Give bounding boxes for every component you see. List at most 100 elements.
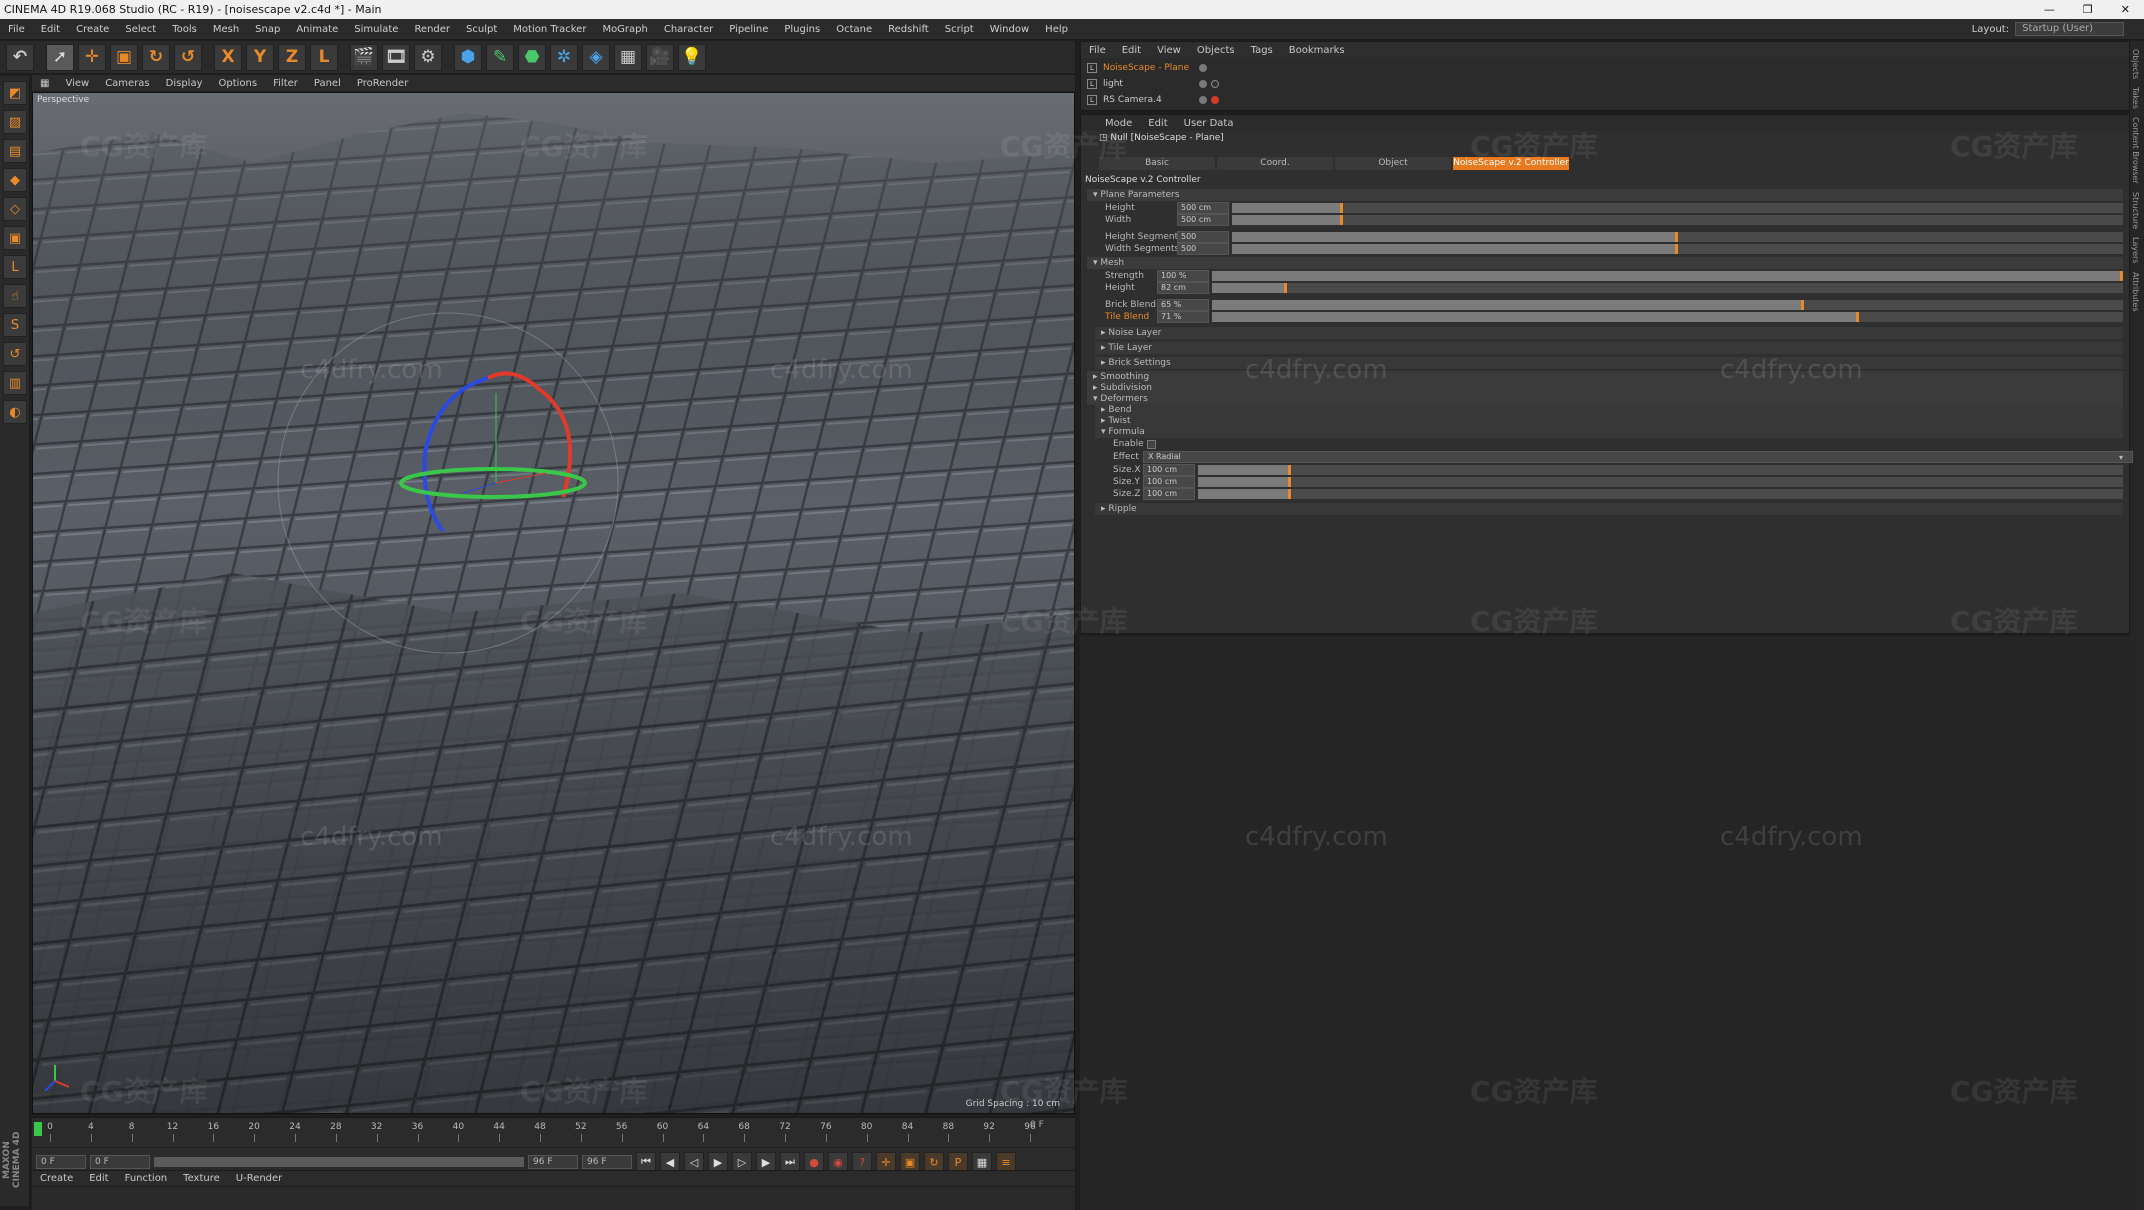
right-tab-content-browser[interactable]: Content Browser: [2131, 117, 2140, 184]
go-to-end-icon[interactable]: ⏭: [780, 1152, 800, 1172]
go-to-start-icon[interactable]: ⏮: [636, 1152, 656, 1172]
viewport-menu-display[interactable]: Display: [158, 78, 211, 89]
tab-object[interactable]: Object: [1335, 157, 1451, 170]
attr-menu-mode[interactable]: Mode: [1097, 118, 1140, 129]
material-menu-create[interactable]: Create: [32, 1173, 81, 1184]
menu-redshift[interactable]: Redshift: [880, 24, 937, 35]
light-icon[interactable]: 💡: [678, 43, 706, 71]
right-tab-takes[interactable]: Takes: [2131, 87, 2140, 109]
viewport-options-icon[interactable]: ▦: [32, 78, 57, 89]
param-slider[interactable]: [1212, 300, 2123, 310]
render-picture-queue-icon[interactable]: 🎞: [382, 43, 410, 71]
rotate-icon[interactable]: ↻: [142, 43, 170, 71]
tweak-mode-icon[interactable]: ☝: [3, 284, 27, 308]
param-slider[interactable]: [1232, 203, 2123, 213]
object-row[interactable]: L RS Camera.4: [1087, 92, 2127, 107]
object-menu-view[interactable]: View: [1149, 45, 1189, 56]
param-value-field[interactable]: 500 cm: [1177, 214, 1229, 226]
right-tab-structure[interactable]: Structure: [2131, 192, 2140, 229]
render-view-icon[interactable]: 🎬: [350, 43, 378, 71]
texture-mode-icon[interactable]: ▨: [3, 110, 27, 134]
camera-tag-icon[interactable]: [1211, 95, 1219, 104]
key-pla-icon[interactable]: ▦: [972, 1152, 992, 1172]
record-icon[interactable]: ●: [804, 1152, 824, 1172]
camera-icon[interactable]: 🎥: [646, 43, 674, 71]
key-position-icon[interactable]: ✛: [876, 1152, 896, 1172]
menu-help[interactable]: Help: [1037, 24, 1076, 35]
menu-pipeline[interactable]: Pipeline: [721, 24, 776, 35]
viewport-menu-panel[interactable]: Panel: [306, 78, 349, 89]
menu-character[interactable]: Character: [656, 24, 721, 35]
lock-workplane-icon[interactable]: ▥: [3, 371, 27, 395]
menu-plugins[interactable]: Plugins: [776, 24, 828, 35]
group-plane-parameters[interactable]: ▾ Plane Parameters: [1087, 189, 2123, 201]
play-icon[interactable]: ▶: [708, 1152, 728, 1172]
3d-viewport[interactable]: Perspective Grid Spacing : 10 cm: [32, 92, 1075, 1114]
floor-icon[interactable]: ▦: [614, 43, 642, 71]
layout-dropdown[interactable]: Startup (User): [2015, 22, 2124, 36]
y-axis-icon[interactable]: Y: [246, 43, 274, 71]
visibility-dot-icon[interactable]: [1199, 79, 1207, 88]
enable-checkbox[interactable]: [1147, 439, 1156, 449]
preview-range-bar[interactable]: [154, 1157, 524, 1167]
viewport-menu-filter[interactable]: Filter: [265, 78, 306, 89]
points-mode-icon[interactable]: ◆: [3, 168, 27, 192]
workplane-icon[interactable]: ▤: [3, 139, 27, 163]
scale-icon[interactable]: ▣: [110, 43, 138, 71]
object-menu-file[interactable]: File: [1081, 45, 1114, 56]
next-key-icon[interactable]: ▶: [756, 1152, 776, 1172]
param-slider[interactable]: [1198, 465, 2123, 475]
object-menu-objects[interactable]: Objects: [1189, 45, 1243, 56]
attr-menu-edit[interactable]: Edit: [1140, 118, 1175, 129]
material-manager-area[interactable]: [32, 1187, 1075, 1210]
rotate-alt-icon[interactable]: ↺: [174, 43, 202, 71]
subdivision-icon[interactable]: ⬣: [518, 43, 546, 71]
param-value-field[interactable]: 100 cm: [1143, 488, 1195, 500]
menu-script[interactable]: Script: [937, 24, 982, 35]
group-ripple[interactable]: ▸ Ripple: [1095, 503, 2123, 515]
polygons-mode-icon[interactable]: ▣: [3, 226, 27, 250]
edges-mode-icon[interactable]: ◇: [3, 197, 27, 221]
param-value-field[interactable]: 82 cm: [1157, 282, 1209, 294]
array-icon[interactable]: ✲: [550, 43, 578, 71]
light-tag-icon[interactable]: [1211, 79, 1219, 88]
pen-icon[interactable]: ✎: [486, 43, 514, 71]
param-slider[interactable]: [1232, 232, 2123, 242]
key-rotation-icon[interactable]: ↻: [924, 1152, 944, 1172]
param-slider[interactable]: [1198, 489, 2123, 499]
menu-motion-tracker[interactable]: Motion Tracker: [505, 24, 594, 35]
menu-sculpt[interactable]: Sculpt: [458, 24, 505, 35]
undo-icon[interactable]: ↶: [6, 43, 34, 71]
param-slider[interactable]: [1232, 244, 2123, 254]
object-row[interactable]: L NoiseScape - Plane: [1087, 60, 2127, 75]
menu-create[interactable]: Create: [68, 24, 117, 35]
previous-frame-icon[interactable]: ◁: [684, 1152, 704, 1172]
material-menu-function[interactable]: Function: [117, 1173, 176, 1184]
param-value-field[interactable]: 500: [1177, 243, 1229, 255]
minimize-icon[interactable]: —: [2044, 0, 2055, 19]
playhead[interactable]: [34, 1122, 42, 1136]
menu-edit[interactable]: Edit: [33, 24, 68, 35]
max-frame-field[interactable]: 96 F: [528, 1155, 578, 1169]
object-row[interactable]: Llight: [1087, 76, 2127, 91]
attr-menu-user-data[interactable]: User Data: [1176, 118, 1242, 129]
menu-file[interactable]: File: [0, 24, 33, 35]
right-tab-layers[interactable]: Layers: [2131, 237, 2140, 263]
z-axis-icon[interactable]: Z: [278, 43, 306, 71]
menu-octane[interactable]: Octane: [828, 24, 880, 35]
timeline-ruler[interactable]: 0 4 8 12 16 20 24 28 32 36 40 44 48 52 56 60 64 68 72 76 80 8…: [32, 1117, 1075, 1147]
menu-render[interactable]: Render: [406, 24, 458, 35]
next-frame-icon[interactable]: ▷: [732, 1152, 752, 1172]
deformer-icon[interactable]: ◈: [582, 43, 610, 71]
snap-icon[interactable]: S: [3, 313, 27, 337]
key-parameter-icon[interactable]: P: [948, 1152, 968, 1172]
menu-select[interactable]: Select: [117, 24, 164, 35]
key-scale-icon[interactable]: ▣: [900, 1152, 920, 1172]
param-slider[interactable]: [1212, 283, 2123, 293]
min-frame-field[interactable]: 0 F: [90, 1155, 150, 1169]
x-axis-icon[interactable]: X: [214, 43, 242, 71]
planar-workplane-icon[interactable]: ◐: [3, 400, 27, 424]
material-menu-texture[interactable]: Texture: [175, 1173, 228, 1184]
group-brick-settings[interactable]: ▸ Brick Settings: [1095, 357, 2123, 369]
tab-coord-[interactable]: Coord.: [1217, 157, 1333, 170]
